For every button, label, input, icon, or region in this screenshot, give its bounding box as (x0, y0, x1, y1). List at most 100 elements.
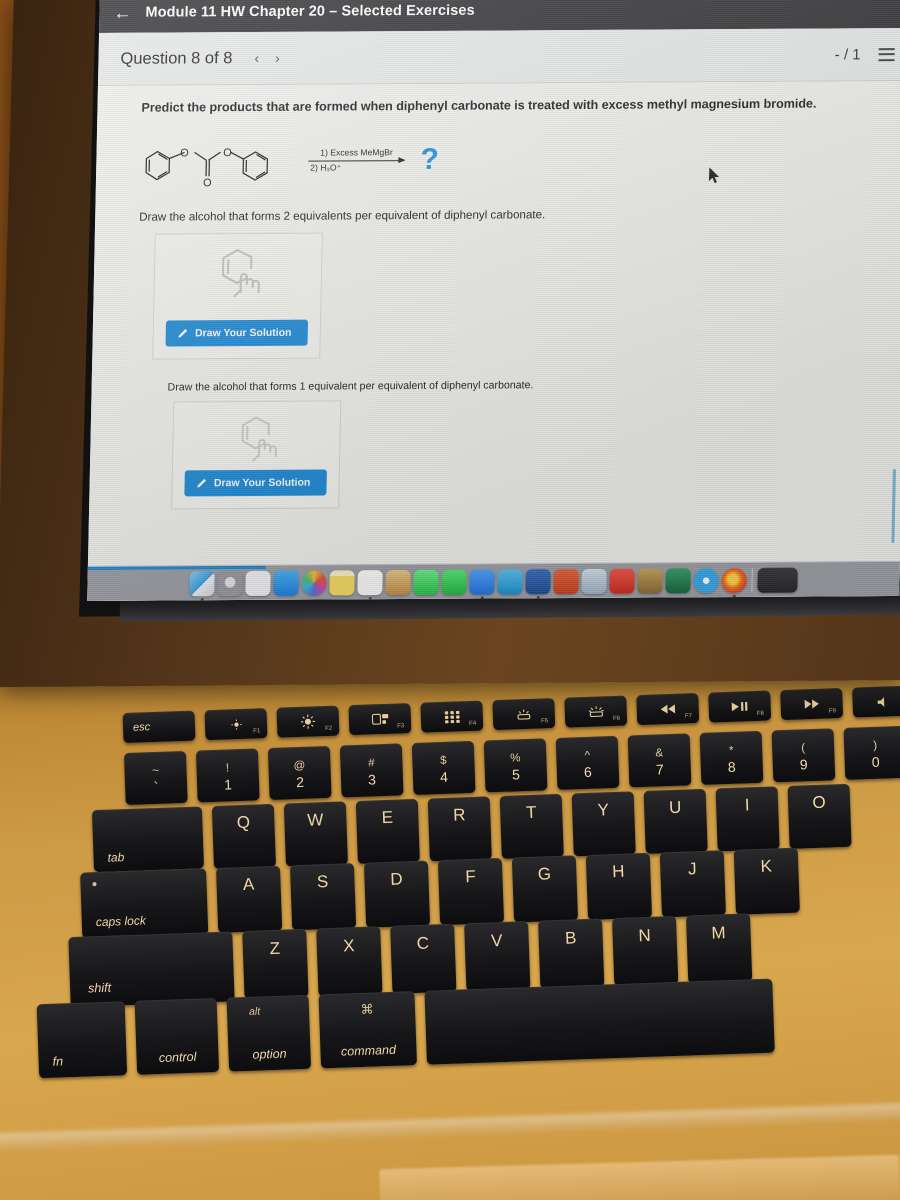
macos-dock[interactable] (87, 560, 900, 601)
dock-item-facetime[interactable] (441, 569, 467, 595)
key-a[interactable]: A (216, 865, 283, 933)
dock-item-system-settings[interactable] (217, 570, 243, 596)
key-3[interactable]: #3 (339, 743, 404, 798)
key-d[interactable]: D (363, 860, 431, 928)
dock-item-preview[interactable] (581, 568, 607, 594)
question-prompt: Predict the products that are formed whe… (141, 96, 817, 115)
dock-item-photos[interactable] (301, 569, 327, 596)
key-shift-left[interactable]: shift (68, 931, 235, 1008)
part-1-drawing-canvas[interactable]: Draw Your Solution (152, 232, 323, 360)
reaction-arrow (308, 159, 405, 162)
keyboard[interactable]: esc F1 F2 F3 F4 F5 F6 F7 F8 F9 ~ ` ! 1 @… (0, 666, 900, 1139)
key-v[interactable]: V (464, 921, 531, 992)
caps-lock-indicator (92, 882, 97, 887)
key-f4-launchpad[interactable]: F4 (420, 700, 484, 733)
key-esc[interactable]: esc (122, 710, 196, 744)
key-j[interactable]: J (659, 850, 726, 918)
key-f3-mission-control[interactable]: F3 (348, 703, 412, 736)
key-r[interactable]: R (427, 796, 492, 862)
key-u[interactable]: U (643, 788, 708, 854)
key-7[interactable]: & 7 (627, 733, 692, 788)
brightness-down-icon (230, 718, 242, 730)
key-n[interactable]: N (611, 915, 679, 987)
dock-item-mail-client[interactable] (497, 568, 523, 594)
dock-item-zoom[interactable] (469, 568, 495, 595)
key-q[interactable]: Q (211, 803, 277, 870)
key-4[interactable]: $4 (411, 740, 476, 795)
key-1[interactable]: ! 1 (195, 748, 260, 803)
key-z[interactable]: Z (242, 928, 309, 1000)
key-backtick[interactable]: ~ ` (123, 750, 188, 806)
dock-item-notes[interactable] (329, 569, 355, 595)
page-scrollbar[interactable] (891, 469, 896, 544)
key-9[interactable]: (9 (771, 728, 836, 783)
key-f10-mute[interactable] (852, 685, 900, 718)
draw-your-solution-button-2[interactable]: Draw Your Solution (184, 469, 327, 497)
dock-item-trash[interactable] (757, 567, 798, 593)
key-w[interactable]: W (283, 801, 348, 867)
dock-item-squirrel-app[interactable] (637, 567, 663, 594)
next-question-button[interactable]: › (275, 50, 280, 66)
key-f1-brightness-down[interactable]: F1 (204, 708, 268, 741)
key-b[interactable]: B (538, 918, 605, 989)
key-k[interactable]: K (733, 847, 800, 915)
key-f[interactable]: F (437, 857, 505, 926)
launchpad-icon (444, 710, 460, 723)
key-option[interactable]: alt option (226, 994, 312, 1072)
key-0[interactable]: ) 0 (843, 725, 900, 780)
key-f6-keyboard-backlight-up[interactable]: F6 (564, 695, 628, 728)
key-f8-play-pause[interactable]: F8 (708, 690, 772, 723)
dock-item-contacts[interactable] (385, 569, 411, 595)
draw-your-solution-button-1[interactable]: Draw Your Solution (165, 319, 308, 347)
dock-item-messages[interactable] (413, 569, 439, 595)
key-s[interactable]: S (289, 863, 357, 931)
prev-question-button[interactable]: ‹ (254, 50, 259, 66)
dock-item-calendar[interactable] (357, 569, 383, 595)
dock-item-finder[interactable] (189, 570, 215, 596)
header-spacer (280, 54, 835, 57)
question-nav[interactable]: ‹ › (254, 50, 280, 66)
question-header-bar: Question 8 of 8 ‹ › - / 1 (97, 27, 900, 86)
key-g[interactable]: G (511, 855, 579, 923)
key-2[interactable]: @2 (267, 745, 332, 801)
back-arrow-icon[interactable]: ← (113, 3, 131, 23)
key-command[interactable]: ⌘ command (318, 991, 418, 1069)
key-caps-lock[interactable]: caps lock (80, 868, 209, 939)
key-6[interactable]: ^ 6 (555, 735, 620, 790)
key-o[interactable]: O (787, 783, 852, 849)
rewind-icon (660, 704, 675, 714)
key-f1-label: F1 (253, 728, 261, 735)
key-e[interactable]: E (355, 798, 420, 864)
key-f5-keyboard-backlight-down[interactable]: F5 (492, 698, 556, 731)
dock-item-microsoft-excel[interactable] (665, 567, 691, 593)
dock-item-firefox[interactable] (721, 567, 747, 593)
dock-item-gmail[interactable] (609, 568, 635, 594)
draw-structure-icon (241, 416, 277, 462)
key-t[interactable]: T (499, 793, 564, 859)
key-space[interactable] (424, 978, 775, 1065)
key-8[interactable]: * 8 (699, 730, 764, 785)
key-f7-rewind[interactable]: F7 (636, 693, 700, 726)
key-tab[interactable]: tab (91, 806, 205, 873)
key-f9-fast-forward[interactable]: F9 (780, 687, 844, 721)
key-c[interactable]: C (390, 923, 457, 994)
key-fn[interactable]: fn (36, 1001, 128, 1079)
dock-item-app-store[interactable] (273, 570, 299, 596)
list-menu-icon[interactable] (878, 47, 895, 61)
part-2-drawing-canvas[interactable]: Draw Your Solution (171, 400, 342, 510)
svg-text:O: O (203, 177, 212, 189)
key-control[interactable]: control (134, 997, 220, 1075)
dock-item-microsoft-word[interactable] (525, 568, 551, 594)
dock-item-launchpad[interactable] (245, 570, 271, 596)
reagent-line-1: 1) Excess MeMgBr (320, 146, 393, 158)
reaction-arrow-with-conditions: 1) Excess MeMgBr 2) H₃O⁺ (308, 146, 405, 173)
dock-item-safari[interactable] (693, 567, 719, 593)
key-f2-brightness-up[interactable]: F2 (276, 705, 340, 738)
key-h[interactable]: H (585, 852, 653, 920)
key-i[interactable]: I (715, 786, 780, 852)
key-5[interactable]: % 5 (483, 738, 548, 793)
key-x[interactable]: X (316, 926, 383, 997)
key-m[interactable]: M (685, 913, 753, 984)
key-y[interactable]: Y (571, 791, 636, 857)
dock-item-microsoft-powerpoint[interactable] (553, 568, 579, 594)
